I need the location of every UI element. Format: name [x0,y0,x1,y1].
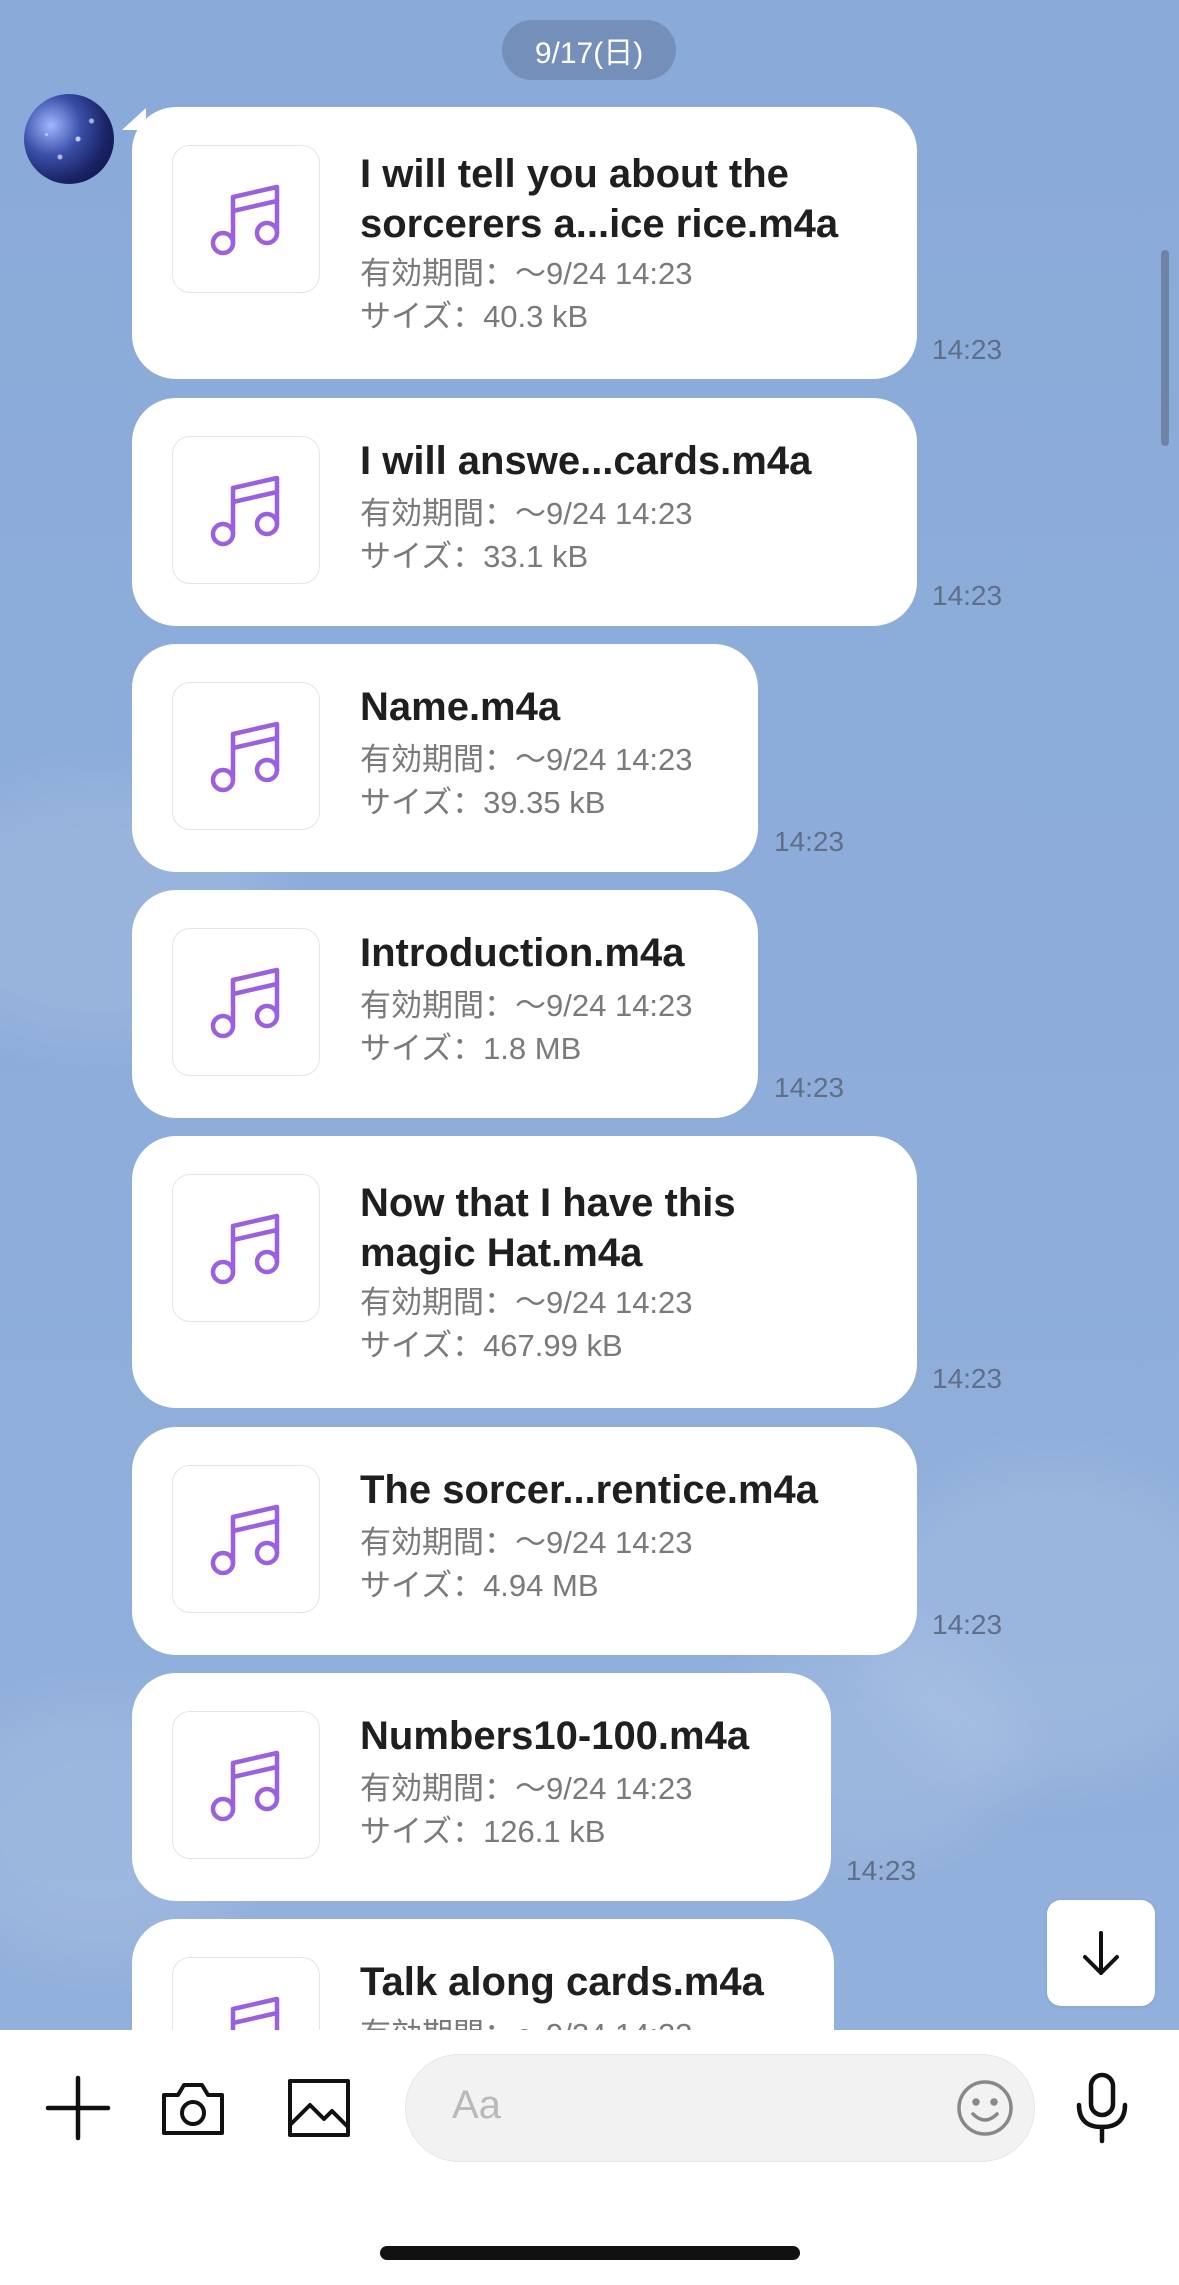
image-icon [288,2079,350,2137]
music-note-icon [172,682,320,830]
file-message[interactable]: Now that I have this magic Hat.m4a 有効期間：… [132,1136,917,1408]
date-separator: 9/17(日) [502,20,676,80]
arrow-down-icon [1083,1931,1119,1975]
file-message[interactable]: Introduction.m4a 有効期間：〜9/24 14:23 サイズ：1.… [132,890,758,1118]
file-name: Introduction.m4a [360,931,685,975]
file-name: Numbers10-100.m4a [360,1714,750,1758]
camera-button[interactable] [153,2068,233,2148]
file-name: Name.m4a [360,685,561,729]
file-name: I will tell you about the sorcerers a...… [360,152,839,246]
music-note-icon [172,436,320,584]
file-expiry: 有効期間：〜9/24 14:23 [360,2014,693,2030]
music-note-icon [172,928,320,1076]
file-message[interactable]: Name.m4a 有効期間：〜9/24 14:23 サイズ：39.35 kB [132,644,758,872]
file-size: サイズ：39.35 kB [360,785,606,820]
camera-icon [162,2083,224,2135]
message-input-placeholder: Aa [452,2083,501,2127]
message-time: 14:23 [774,826,845,857]
chat-background: 9/17(日) I will tell you about the sorcer… [0,0,1179,2030]
message-input[interactable]: Aa [405,2054,1035,2162]
message-time: 14:23 [932,580,1003,611]
file-message[interactable]: Numbers10-100.m4a 有効期間：〜9/24 14:23 サイズ：1… [132,1673,831,1901]
image-button[interactable] [279,2068,359,2148]
file-expiry: 有効期間：〜9/24 14:23 [360,256,693,291]
message-time: 14:23 [774,1072,845,1103]
music-note-icon [172,145,320,293]
file-message[interactable]: I will answe...cards.m4a 有効期間：〜9/24 14:2… [132,398,917,626]
file-name: Now that I have this magic Hat.m4a [360,1181,736,1275]
music-note-icon [172,1957,320,2030]
file-size: サイズ：4.94 MB [360,1568,599,1603]
file-message[interactable]: I will tell you about the sorcerers a...… [132,107,917,379]
file-expiry: 有効期間：〜9/24 14:23 [360,988,693,1023]
music-note-icon [172,1174,320,1322]
emoji-button[interactable] [954,2077,1016,2139]
sender-avatar[interactable] [24,94,114,184]
message-time: 14:23 [846,1855,917,1886]
scroll-to-bottom-button[interactable] [1047,1900,1155,2006]
plus-icon [45,2075,111,2141]
scrollbar[interactable] [1161,250,1169,446]
file-size: サイズ：40.3 kB [360,299,589,334]
microphone-icon [1076,2072,1128,2144]
file-size: サイズ：1.8 MB [360,1031,582,1066]
file-name: I will answe...cards.m4a [360,439,812,483]
file-size: サイズ：467.99 kB [360,1328,623,1363]
message-time: 14:23 [932,1363,1003,1394]
file-message[interactable]: Talk along cards.m4a 有効期間：〜9/24 14:23 [132,1919,834,2030]
file-size: サイズ：33.1 kB [360,539,589,574]
message-time: 14:23 [932,1609,1003,1640]
file-expiry: 有効期間：〜9/24 14:23 [360,742,693,777]
emoji-icon [957,2080,1013,2136]
file-expiry: 有効期間：〜9/24 14:23 [360,496,693,531]
music-note-icon [172,1465,320,1613]
file-message[interactable]: The sorcer...rentice.m4a 有効期間：〜9/24 14:2… [132,1427,917,1655]
add-button[interactable] [38,2068,118,2148]
file-size: サイズ：126.1 kB [360,1814,606,1849]
voice-button[interactable] [1062,2068,1142,2148]
file-name: Talk along cards.m4a [360,1960,764,2004]
file-expiry: 有効期間：〜9/24 14:23 [360,1285,693,1320]
home-indicator [380,2246,800,2260]
file-expiry: 有効期間：〜9/24 14:23 [360,1525,693,1560]
message-time: 14:23 [932,334,1003,365]
file-expiry: 有効期間：〜9/24 14:23 [360,1771,693,1806]
music-note-icon [172,1711,320,1859]
file-name: The sorcer...rentice.m4a [360,1468,819,1512]
